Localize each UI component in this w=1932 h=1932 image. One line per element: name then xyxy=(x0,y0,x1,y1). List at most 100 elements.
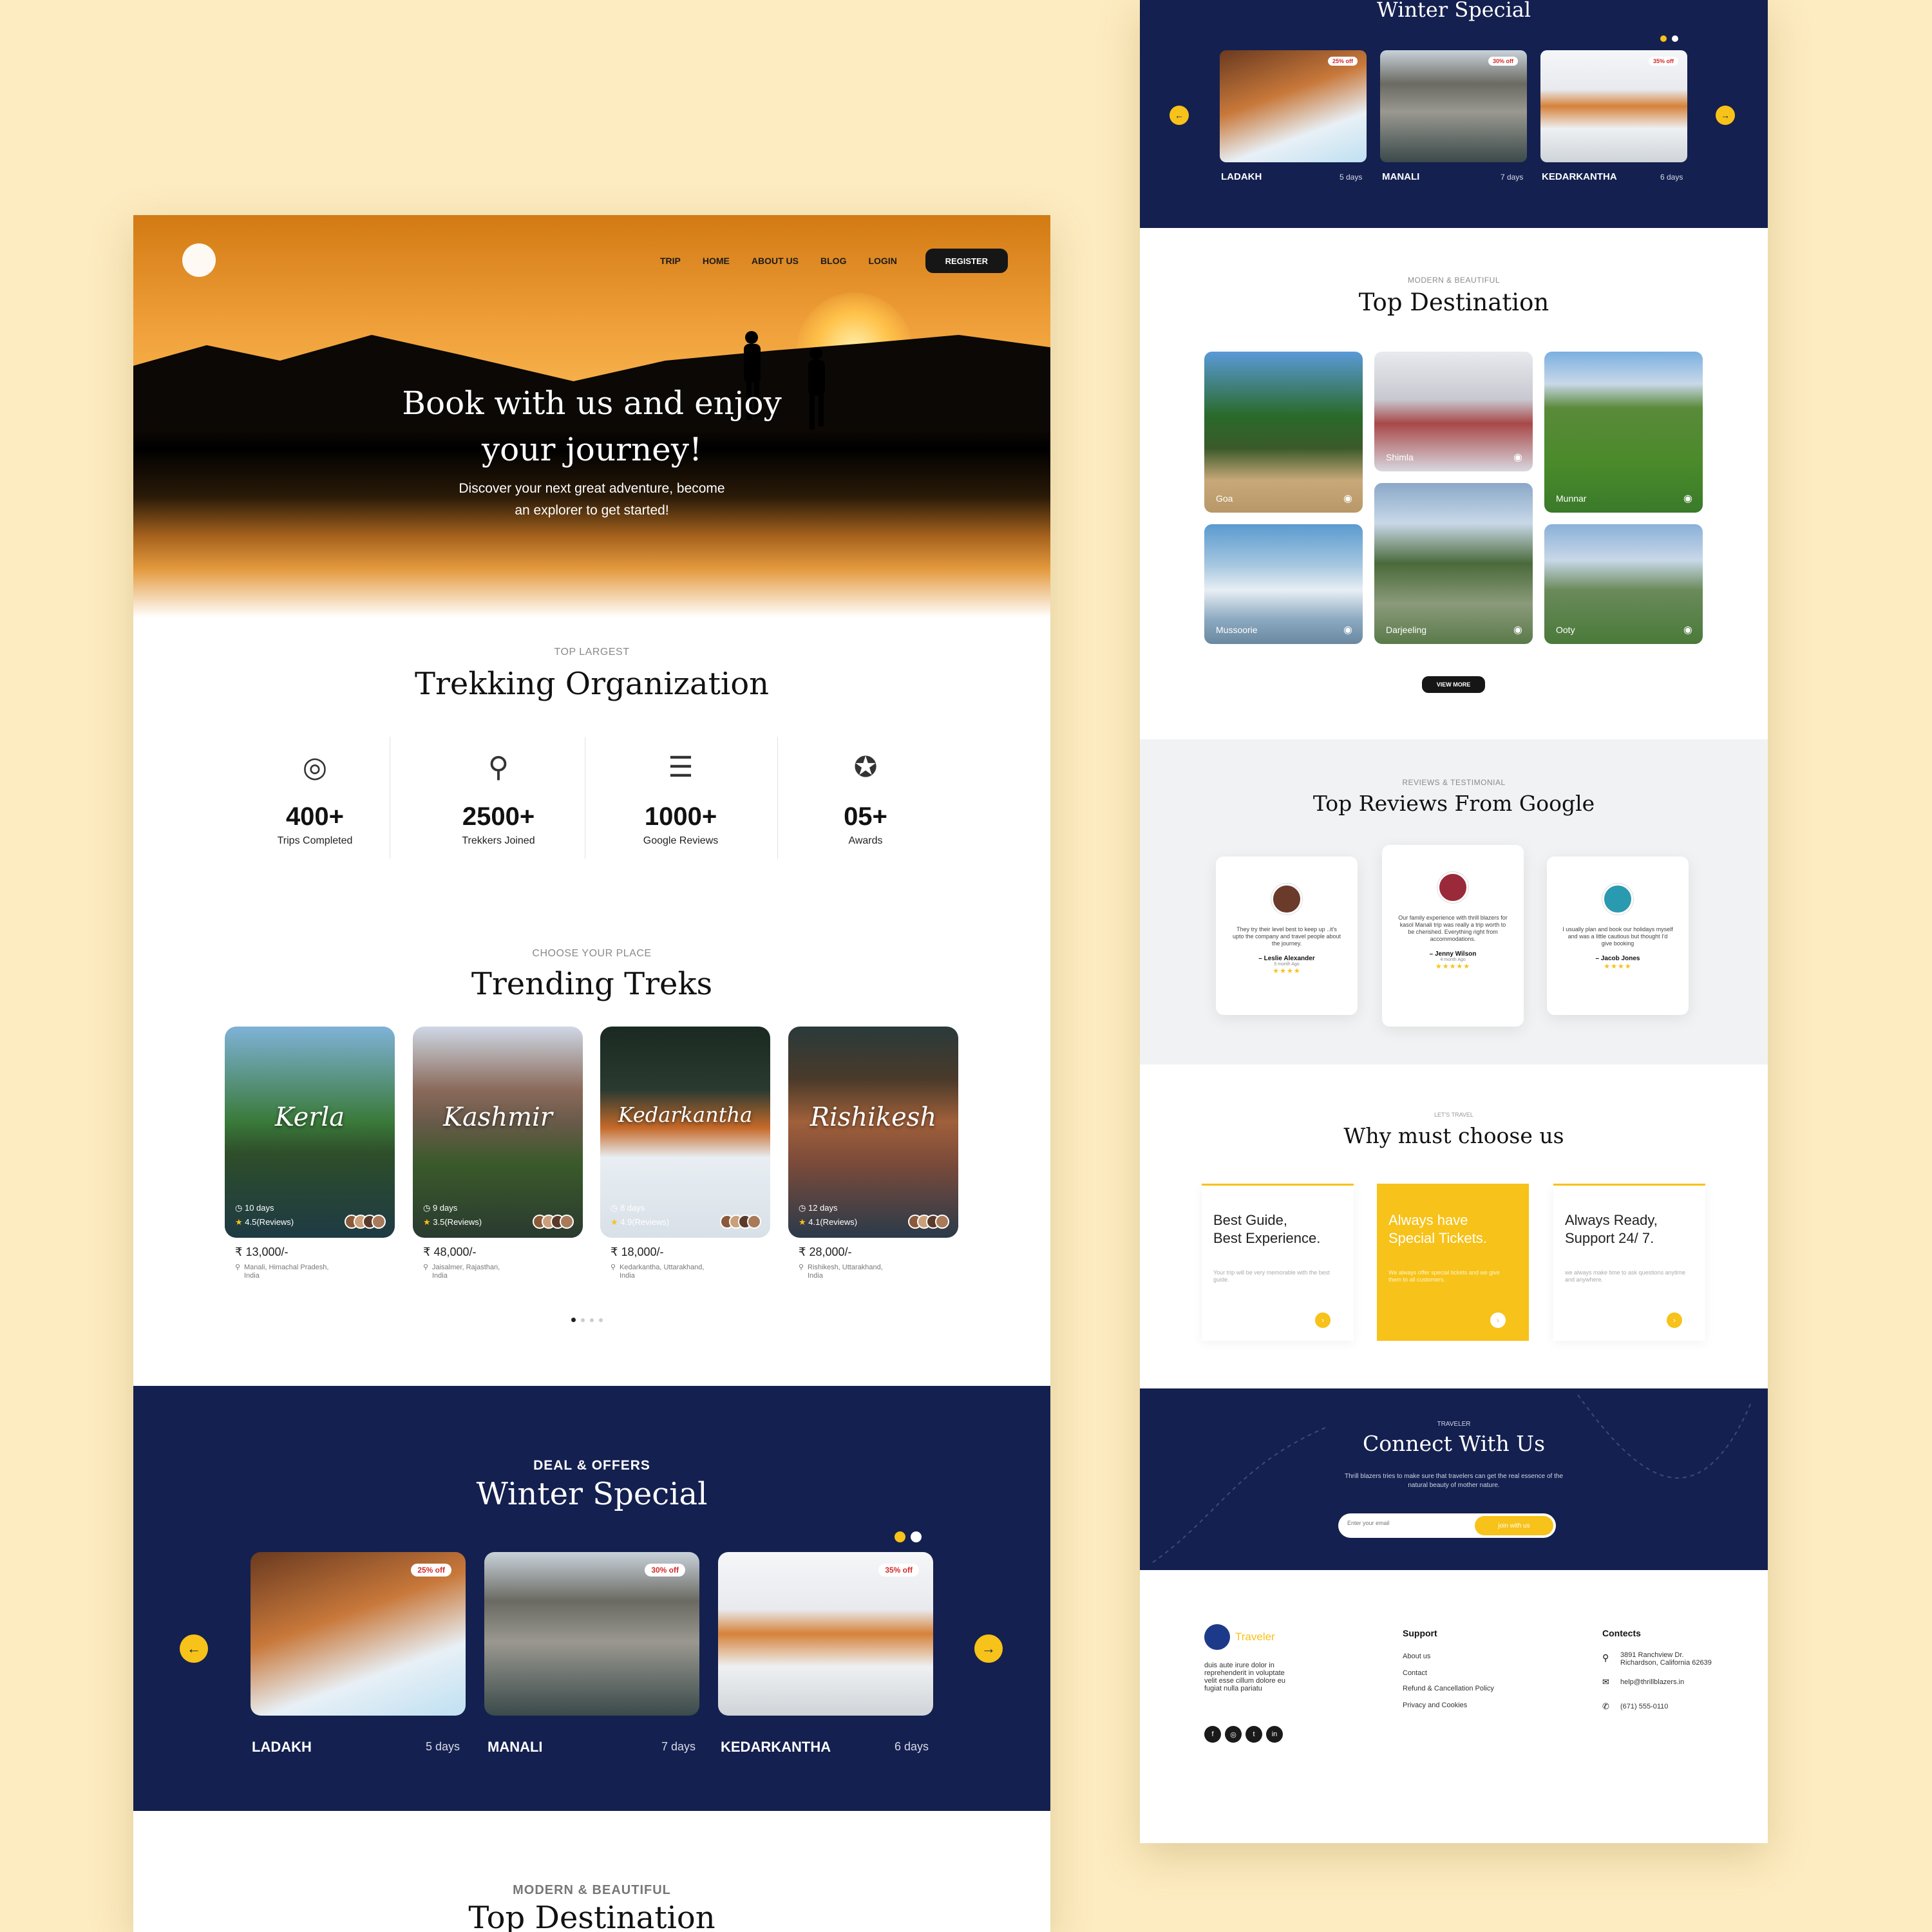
deal-name: MANALI xyxy=(488,1739,543,1755)
reviews-section: REVIEWS & TESTIMONIAL Top Reviews From G… xyxy=(1140,739,1768,1065)
destination-card[interactable]: Shimla ◉ xyxy=(1374,352,1533,471)
feature-title: Always Ready, Support 24/ 7. xyxy=(1565,1212,1658,1246)
connect-kicker: TRAVELER xyxy=(1437,1421,1471,1428)
stat-label: Trips Completed xyxy=(277,835,353,846)
feature-card[interactable]: Always have Special Tickets. We always of… xyxy=(1377,1184,1529,1341)
destination-name: Goa xyxy=(1216,493,1233,504)
footer-logo[interactable] xyxy=(1204,1624,1230,1650)
deal-card[interactable]: 25% off xyxy=(1220,50,1367,162)
destination-card[interactable]: Ooty ◉ xyxy=(1544,524,1703,644)
instagram-icon[interactable]: ◎ xyxy=(1225,1726,1242,1743)
hero-sub-2: an explorer to get started! xyxy=(515,503,669,518)
arrow-icon[interactable]: › xyxy=(1490,1312,1506,1328)
nav-blog[interactable]: BLOG xyxy=(820,256,846,266)
twitter-icon[interactable]: t xyxy=(1245,1726,1262,1743)
trek-card[interactable]: Kashmir ◷ 9 days ★ 3.5(Reviews) xyxy=(413,1027,583,1238)
prev-arrow-icon[interactable]: ← xyxy=(1170,106,1189,125)
dest-title: Top Destination xyxy=(468,1900,715,1932)
arrow-icon[interactable]: › xyxy=(1667,1312,1682,1328)
trek-rating: ★ 4.9(Reviews) xyxy=(611,1217,670,1227)
stat-number: 2500+ xyxy=(462,802,535,831)
trek-card[interactable]: Kedarkantha ◷ 8 days ★ 4.9(Reviews) xyxy=(600,1027,770,1238)
trek-rating: ★ 4.5(Reviews) xyxy=(235,1217,294,1227)
feature-card[interactable]: Best Guide, Best Experience. Your trip wi… xyxy=(1202,1184,1354,1341)
footer-link[interactable]: Refund & Cancellation Policy xyxy=(1403,1685,1494,1692)
feature-text: Your trip will be very memorable with th… xyxy=(1213,1269,1330,1283)
stat-trekkers: ⚲ 2500+ Trekkers Joined xyxy=(418,751,579,847)
hero-sub-1: Discover your next great adventure, beco… xyxy=(459,481,725,496)
email-input[interactable] xyxy=(1347,1520,1470,1526)
eye-icon[interactable]: ◉ xyxy=(1343,492,1352,505)
stat-label: Google Reviews xyxy=(643,835,719,846)
destination-card[interactable]: Goa ◉ xyxy=(1204,352,1363,513)
discount-badge: 25% off xyxy=(1327,57,1358,66)
register-button[interactable]: REGISTER xyxy=(925,249,1008,273)
facebook-icon[interactable]: f xyxy=(1204,1726,1221,1743)
avatars xyxy=(533,1215,574,1229)
feature-card[interactable]: Always Ready, Support 24/ 7. we always ma… xyxy=(1553,1184,1705,1341)
nav-about[interactable]: ABOUT US xyxy=(752,256,799,266)
view-more-button[interactable]: VIEW MORE xyxy=(1422,676,1485,693)
discount-badge: 30% off xyxy=(645,1564,685,1577)
location-icon: ⚲ xyxy=(1602,1653,1609,1663)
deal-days: 5 days xyxy=(1340,173,1363,182)
deal-card[interactable]: 35% off xyxy=(718,1552,933,1716)
footer-link[interactable]: About us xyxy=(1403,1653,1430,1660)
reviews-title: Top Reviews From Google xyxy=(1312,791,1595,816)
stat-label: Awards xyxy=(848,835,883,846)
hero-section: TRIP HOME ABOUT US BLOG LOGIN REGISTER B… xyxy=(133,215,1050,618)
nav-home[interactable]: HOME xyxy=(703,256,730,266)
deals-dots[interactable] xyxy=(895,1531,927,1546)
feature-text: We always offer special tickets and we g… xyxy=(1388,1269,1500,1283)
eye-icon[interactable]: ◉ xyxy=(1513,451,1522,464)
phone-number[interactable]: (671) 555-0110 xyxy=(1620,1703,1668,1710)
reviewer-name: – Jenny Wilson xyxy=(1429,951,1477,958)
eye-icon[interactable]: ◉ xyxy=(1343,623,1352,636)
nav-trip[interactable]: TRIP xyxy=(660,256,681,266)
discount-badge: 25% off xyxy=(411,1564,451,1577)
trek-card[interactable]: Kerla ◷ 10 days ★ 4.5(Reviews) xyxy=(225,1027,395,1238)
footer-link[interactable]: Privacy and Cookies xyxy=(1403,1701,1467,1709)
logo[interactable] xyxy=(182,243,216,277)
destination-card[interactable]: Munnar ◉ xyxy=(1544,352,1703,513)
prev-arrow-icon[interactable]: ← xyxy=(180,1634,208,1663)
deal-card[interactable]: 30% off xyxy=(1380,50,1527,162)
deal-card[interactable]: 35% off xyxy=(1540,50,1687,162)
eye-icon[interactable]: ◉ xyxy=(1683,492,1692,505)
stat-number: 1000+ xyxy=(644,802,717,831)
trek-location: ⚲ Manali, Himachal Pradesh, India xyxy=(235,1264,329,1280)
review-date: 4 month Ago xyxy=(1440,958,1466,962)
feature-title: Always have Special Tickets. xyxy=(1388,1212,1487,1246)
next-arrow-icon[interactable]: → xyxy=(1716,106,1735,125)
trek-days: ◷ 9 days xyxy=(423,1203,458,1213)
next-arrow-icon[interactable]: → xyxy=(974,1634,1003,1663)
star-rating: ★★★★★ xyxy=(1435,963,1471,971)
trek-card[interactable]: Rishikesh ◷ 12 days ★ 4.1(Reviews) xyxy=(788,1027,958,1238)
deal-card[interactable]: 30% off xyxy=(484,1552,699,1716)
nav-login[interactable]: LOGIN xyxy=(868,256,896,266)
carousel-dots[interactable] xyxy=(571,1314,608,1325)
linkedin-icon[interactable]: in xyxy=(1266,1726,1283,1743)
review-card: Our family experience with thrill blazer… xyxy=(1382,845,1524,1027)
footer-link[interactable]: Contact xyxy=(1403,1669,1427,1677)
eye-icon[interactable]: ◉ xyxy=(1683,623,1692,636)
deals-dots[interactable] xyxy=(1660,33,1683,45)
deal-name: KEDARKANTHA xyxy=(1542,171,1617,182)
dest-title: Top Destination xyxy=(1358,289,1549,316)
deals-title: Winter Special xyxy=(476,1476,708,1512)
connect-title: Connect With Us xyxy=(1362,1431,1546,1456)
arrow-icon[interactable]: › xyxy=(1315,1312,1331,1328)
reviews-icon: ☰ xyxy=(668,752,694,783)
review-card: I usually plan and book our holidays mys… xyxy=(1547,857,1689,1015)
deal-card[interactable]: 25% off xyxy=(251,1552,466,1716)
join-button[interactable]: join with us xyxy=(1475,1516,1553,1535)
destination-card[interactable]: Darjeeling ◉ xyxy=(1374,483,1533,644)
deals-kicker: DEAL & OFFERS xyxy=(533,1458,650,1473)
email-link[interactable]: help@thrillblazers.in xyxy=(1620,1678,1684,1686)
review-text: Our family experience with thrill blazer… xyxy=(1398,914,1508,942)
stat-trips: ◎ 400+ Trips Completed xyxy=(234,751,395,847)
destination-card[interactable]: Mussoorie ◉ xyxy=(1204,524,1363,644)
eye-icon[interactable]: ◉ xyxy=(1513,623,1522,636)
deals-title: Winter Special xyxy=(1376,0,1531,22)
org-title: Trekking Organization xyxy=(414,666,770,702)
